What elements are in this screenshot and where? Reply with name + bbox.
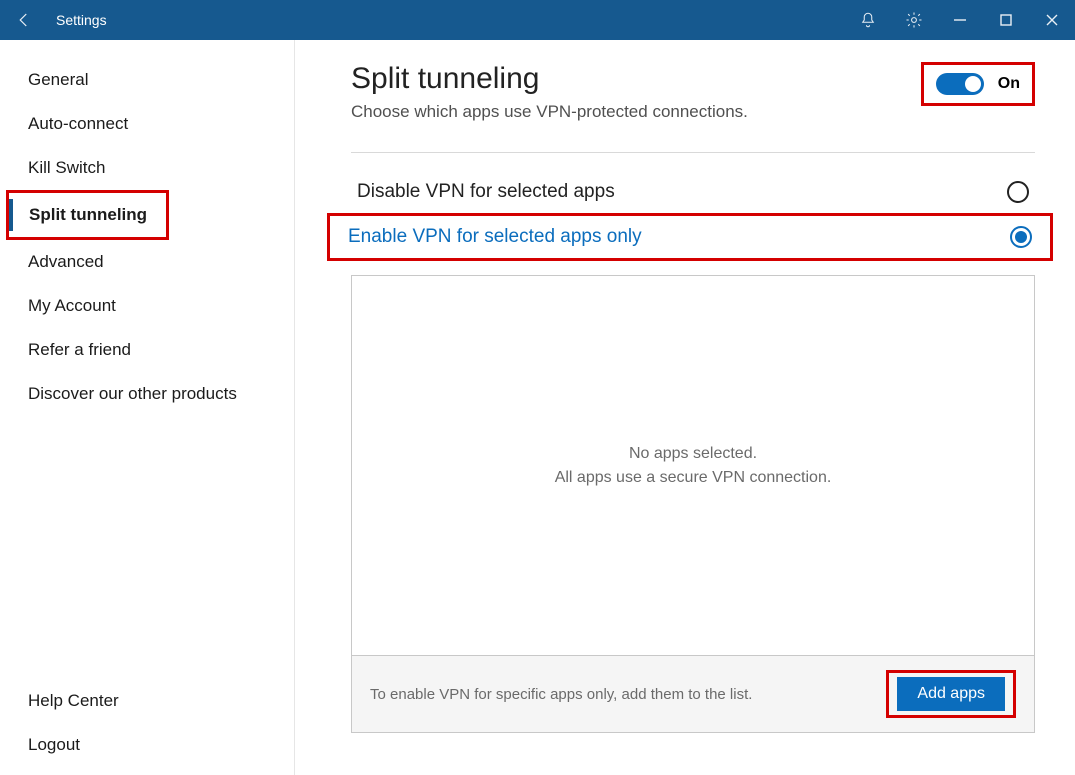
- minimize-button[interactable]: [937, 0, 983, 40]
- sidebar-item-general[interactable]: General: [0, 58, 294, 102]
- sidebar: General Auto-connect Kill Switch Split t…: [0, 40, 295, 775]
- gear-icon: [905, 11, 923, 29]
- add-apps-button[interactable]: Add apps: [897, 677, 1005, 711]
- bell-icon: [859, 11, 877, 29]
- heading-block: Split tunneling Choose which apps use VP…: [351, 62, 748, 122]
- maximize-button[interactable]: [983, 0, 1029, 40]
- sidebar-item-discover[interactable]: Discover our other products: [0, 372, 294, 416]
- toggle-knob: [965, 76, 981, 92]
- close-button[interactable]: [1029, 0, 1075, 40]
- radio-unselected-icon: [1007, 181, 1029, 203]
- apps-footer-note: To enable VPN for specific apps only, ad…: [370, 686, 752, 703]
- separator: [351, 152, 1035, 153]
- highlight-box-sidebar: Split tunneling: [6, 190, 169, 240]
- sidebar-item-logout[interactable]: Logout: [0, 723, 294, 767]
- apps-empty-state: No apps selected. All apps use a secure …: [352, 276, 1034, 655]
- sidebar-item-myaccount[interactable]: My Account: [0, 284, 294, 328]
- maximize-icon: [999, 13, 1013, 27]
- sidebar-item-splittunneling[interactable]: Split tunneling: [9, 193, 166, 237]
- back-button[interactable]: [8, 0, 40, 40]
- heading-row: Split tunneling Choose which apps use VP…: [351, 62, 1035, 122]
- highlight-box-option: Enable VPN for selected apps only: [327, 213, 1053, 261]
- option-enable-vpn[interactable]: Enable VPN for selected apps only: [336, 216, 1044, 258]
- sidebar-item-advanced[interactable]: Advanced: [0, 240, 294, 284]
- main-layout: General Auto-connect Kill Switch Split t…: [0, 40, 1075, 775]
- option-disable-vpn[interactable]: Disable VPN for selected apps: [351, 171, 1035, 213]
- sidebar-item-killswitch[interactable]: Kill Switch: [0, 146, 294, 190]
- apps-empty-line2: All apps use a secure VPN connection.: [555, 466, 832, 490]
- toggle-label: On: [998, 75, 1020, 93]
- apps-list-box: No apps selected. All apps use a secure …: [351, 275, 1035, 733]
- highlight-box-toggle: On: [921, 62, 1035, 106]
- highlight-box-add-apps: Add apps: [886, 670, 1016, 718]
- sidebar-item-refer[interactable]: Refer a friend: [0, 328, 294, 372]
- settings-button[interactable]: [891, 0, 937, 40]
- apps-footer: To enable VPN for specific apps only, ad…: [352, 655, 1034, 732]
- option-label: Disable VPN for selected apps: [357, 181, 615, 203]
- sidebar-item-help[interactable]: Help Center: [0, 679, 294, 723]
- split-tunneling-toggle[interactable]: [936, 73, 984, 95]
- window-title: Settings: [56, 12, 107, 28]
- sidebar-bottom: Help Center Logout: [0, 679, 294, 767]
- sidebar-item-autoconnect[interactable]: Auto-connect: [0, 102, 294, 146]
- option-label: Enable VPN for selected apps only: [348, 226, 642, 248]
- apps-empty-line1: No apps selected.: [629, 442, 757, 466]
- minimize-icon: [953, 13, 967, 27]
- content-pane: Split tunneling Choose which apps use VP…: [295, 40, 1075, 775]
- notifications-button[interactable]: [845, 0, 891, 40]
- page-subtitle: Choose which apps use VPN-protected conn…: [351, 102, 748, 122]
- page-heading: Split tunneling: [351, 62, 748, 96]
- close-icon: [1045, 13, 1059, 27]
- titlebar: Settings: [0, 0, 1075, 40]
- radio-selected-icon: [1010, 226, 1032, 248]
- arrow-left-icon: [15, 11, 33, 29]
